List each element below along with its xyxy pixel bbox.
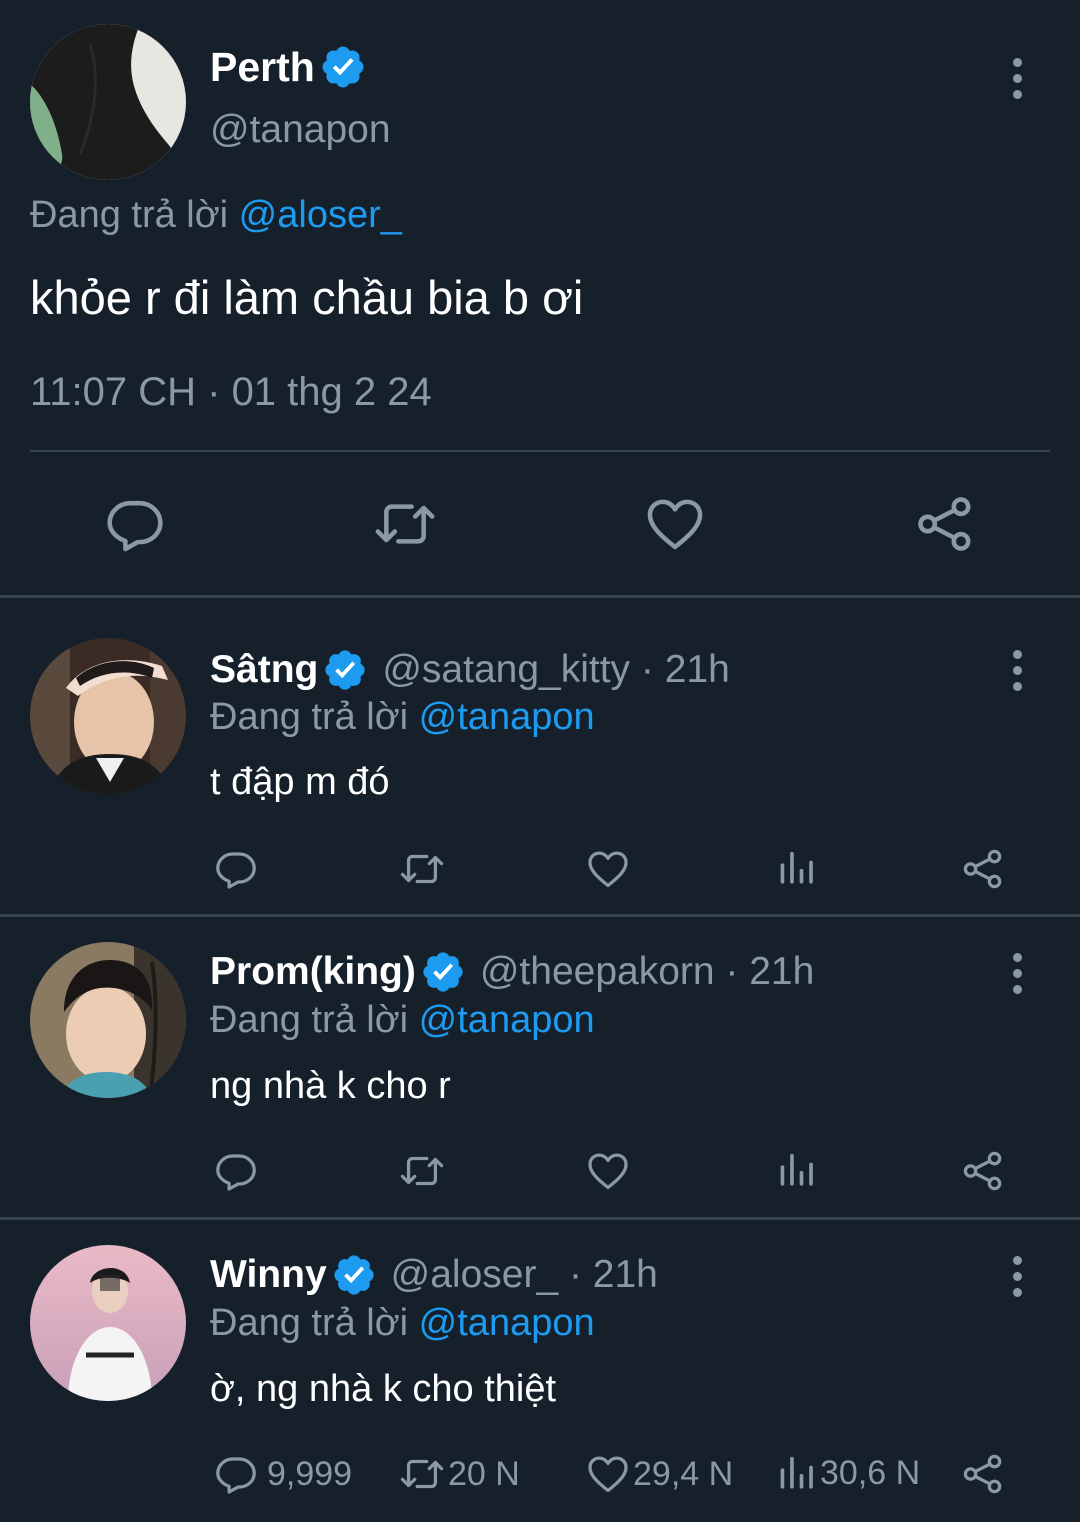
verified-badge-icon	[322, 647, 368, 693]
share-icon[interactable]	[960, 846, 1006, 892]
reply-count: 9,999	[267, 1454, 353, 1493]
replying-to-link[interactable]: @tanapon	[419, 999, 595, 1041]
replying-to: Đang trả lời @tanapon	[210, 999, 595, 1042]
views-count: 30,6 N	[820, 1453, 921, 1492]
author-handle[interactable]: @theepakorn · 21h	[480, 950, 814, 994]
author-name[interactable]: Perth	[210, 44, 315, 91]
author-handle[interactable]: @aloser_ · 21h	[391, 1253, 658, 1297]
reply-header: Prom(king) @theepakorn · 21h	[210, 947, 814, 997]
share-icon[interactable]	[960, 1451, 1006, 1497]
reply-icon[interactable]	[103, 492, 167, 556]
avatar[interactable]	[30, 1245, 186, 1401]
avatar[interactable]	[30, 24, 186, 180]
more-options-icon[interactable]	[1007, 1256, 1027, 1297]
share-action[interactable]	[960, 1451, 1006, 1497]
verified-badge-icon	[331, 1252, 377, 1298]
tweet-timestamp[interactable]: 11:07 CH · 01 thg 2 24	[30, 370, 432, 415]
replying-prefix: Đang trả lời	[30, 194, 229, 236]
tweet-text: t đập m đó	[210, 761, 390, 803]
main-tweet: Perth @tanapon Đang trả lời @aloser_ khỏ…	[0, 0, 1080, 598]
retweet-icon[interactable]	[398, 1451, 446, 1497]
tweet-text: ờ, ng nhà k cho thiệt	[210, 1368, 557, 1410]
author-name[interactable]: Sâtng	[210, 648, 318, 692]
share-icon[interactable]	[960, 1148, 1006, 1194]
verified-badge-icon	[420, 949, 466, 995]
retweet-icon[interactable]	[398, 846, 446, 892]
more-options-icon[interactable]	[1007, 650, 1027, 691]
author-name[interactable]: Prom(king)	[210, 950, 416, 994]
replying-prefix: Đang trả lời	[210, 999, 409, 1041]
views-action[interactable]: 30,6 N	[774, 1451, 920, 1495]
views-icon[interactable]	[774, 1148, 818, 1192]
views-icon[interactable]	[774, 846, 818, 890]
like-icon[interactable]	[643, 492, 707, 556]
retweet-action[interactable]	[398, 846, 454, 892]
like-action[interactable]	[585, 846, 639, 892]
reply-icon[interactable]	[213, 1451, 259, 1497]
like-action[interactable]: 29,4 N	[585, 1451, 733, 1497]
replying-to-link[interactable]: @aloser_	[239, 194, 402, 236]
like-count: 29,4 N	[633, 1454, 734, 1493]
views-icon[interactable]	[774, 1451, 818, 1495]
tweet-text: ng nhà k cho r	[210, 1065, 451, 1107]
more-options-icon[interactable]	[1007, 953, 1027, 994]
reply-action[interactable]: 9,999	[213, 1451, 352, 1497]
reply-action[interactable]	[213, 846, 267, 892]
replying-prefix: Đang trả lời	[210, 1302, 409, 1344]
replying-to-link[interactable]: @tanapon	[419, 1302, 595, 1344]
views-action[interactable]	[774, 1148, 826, 1192]
reply-tweet[interactable]: Winny @aloser_ · 21h Đang trả lời @tanap…	[0, 1220, 1080, 1522]
replying-to: Đang trả lời @aloser_	[30, 194, 402, 237]
more-options-icon[interactable]	[1007, 58, 1027, 99]
replying-prefix: Đang trả lời	[210, 696, 409, 738]
author-handle[interactable]: @satang_kitty · 21h	[382, 648, 729, 692]
retweet-action[interactable]	[398, 1148, 454, 1194]
avatar[interactable]	[30, 942, 186, 1098]
like-icon[interactable]	[585, 1148, 631, 1194]
verified-badge-icon	[319, 43, 367, 91]
views-action[interactable]	[774, 846, 826, 890]
share-action[interactable]	[960, 1148, 1006, 1194]
reply-tweet[interactable]: Sâtng @satang_kitty · 21h Đang trả lời @…	[0, 598, 1080, 917]
reply-icon[interactable]	[213, 846, 259, 892]
like-action[interactable]	[585, 1148, 639, 1194]
reply-header: Winny @aloser_ · 21h	[210, 1250, 658, 1300]
reply-tweet[interactable]: Prom(king) @theepakorn · 21h Đang trả lờ…	[0, 917, 1080, 1220]
tweet-text: khỏe r đi làm chầu bia b ơi	[30, 271, 584, 324]
reply-action[interactable]	[213, 1148, 267, 1194]
author-name-row: Perth	[210, 42, 367, 92]
reply-icon[interactable]	[213, 1148, 259, 1194]
divider	[30, 450, 1050, 452]
replying-to: Đang trả lời @tanapon	[210, 1302, 595, 1345]
avatar[interactable]	[30, 638, 186, 794]
author-handle[interactable]: @tanapon	[210, 108, 391, 152]
share-icon[interactable]	[913, 492, 977, 556]
replying-to-link[interactable]: @tanapon	[419, 696, 595, 738]
share-action[interactable]	[960, 846, 1006, 892]
like-icon[interactable]	[585, 1451, 631, 1497]
like-icon[interactable]	[585, 846, 631, 892]
retweet-count: 20 N	[448, 1454, 520, 1493]
retweet-icon[interactable]	[373, 492, 437, 556]
retweet-action[interactable]: 20 N	[398, 1451, 520, 1497]
author-name[interactable]: Winny	[210, 1253, 327, 1297]
retweet-icon[interactable]	[398, 1148, 446, 1194]
reply-header: Sâtng @satang_kitty · 21h	[210, 645, 730, 695]
replying-to: Đang trả lời @tanapon	[210, 696, 595, 739]
